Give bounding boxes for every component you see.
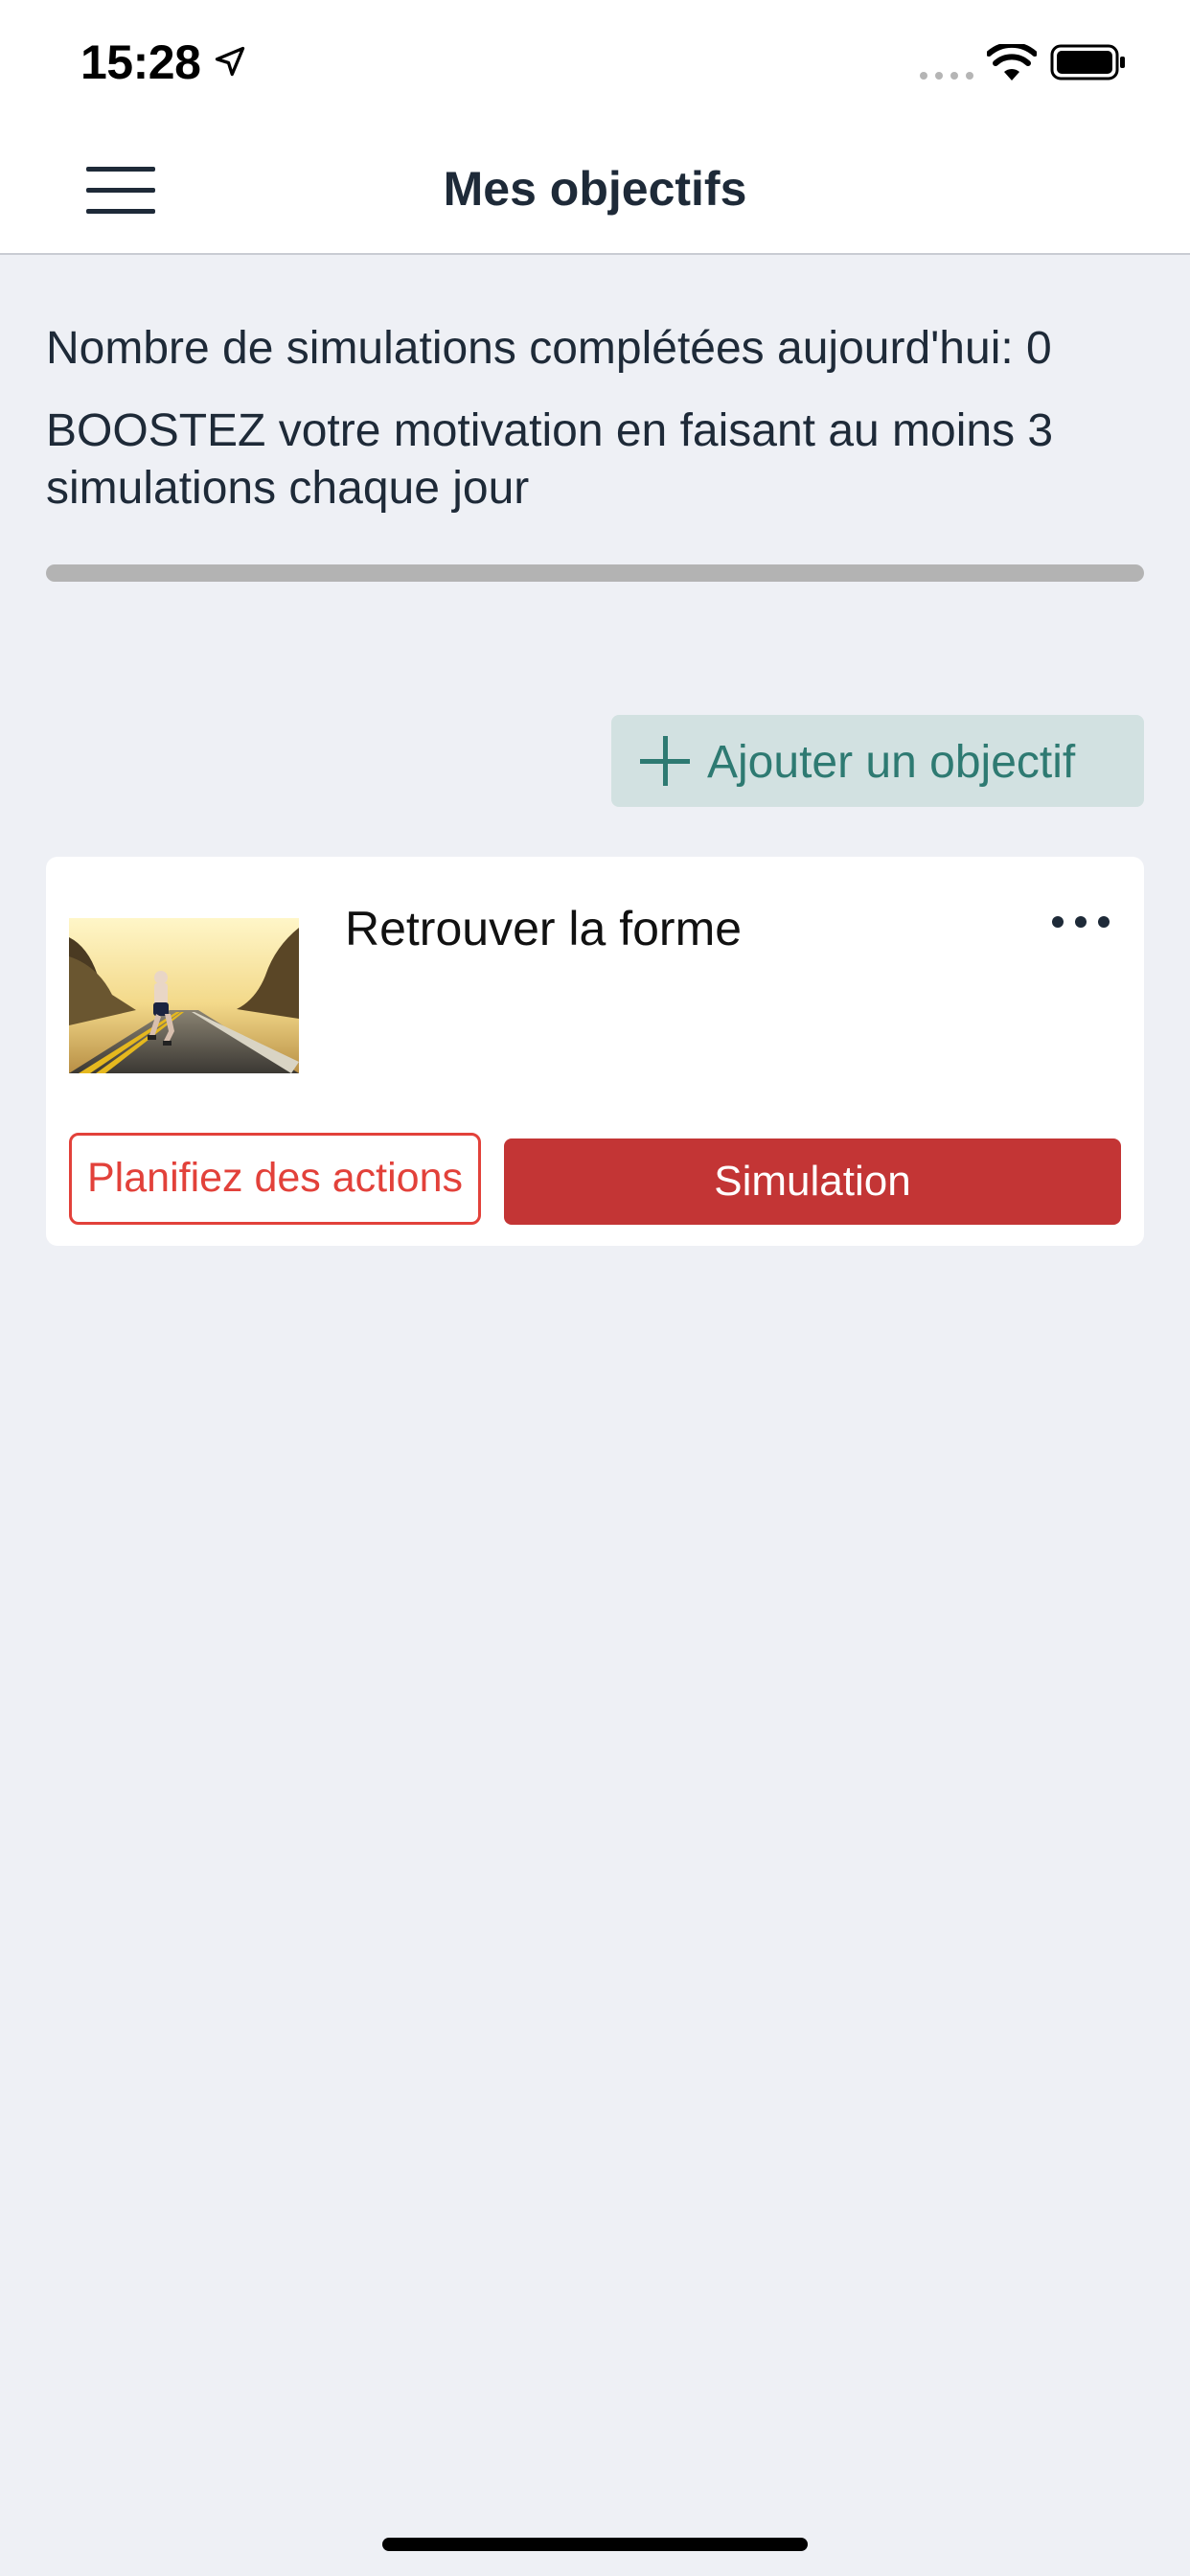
simulation-progress-bar bbox=[46, 564, 1144, 582]
status-time: 15:28 bbox=[80, 35, 201, 89]
location-arrow-icon bbox=[215, 46, 245, 77]
goal-title: Retrouver la forme bbox=[345, 902, 743, 955]
simulation-count-text: Nombre de simulations complétées aujourd… bbox=[46, 323, 1052, 374]
status-bar: 15:28 bbox=[0, 0, 1190, 126]
simulation-button[interactable]: Simulation bbox=[504, 1138, 1121, 1225]
boost-motivation-text: BOOSTEZ votre motivation en faisant au m… bbox=[46, 405, 1054, 514]
home-indicator[interactable] bbox=[382, 2538, 808, 2551]
plan-actions-button[interactable]: Planifiez des actions bbox=[69, 1133, 481, 1225]
battery-icon bbox=[1050, 44, 1125, 80]
add-goal-label: Ajouter un objectif bbox=[707, 737, 1076, 788]
goal-card: Retrouver la forme Planifiez des actions… bbox=[46, 857, 1144, 1246]
page-title: Mes objectifs bbox=[443, 162, 747, 216]
nav-bar: Mes objectifs bbox=[0, 126, 1190, 255]
cellular-signal-icon bbox=[920, 72, 973, 80]
wifi-icon bbox=[987, 44, 1037, 80]
plus-icon bbox=[640, 736, 690, 786]
goal-image[interactable] bbox=[69, 918, 299, 1073]
more-horizontal-icon[interactable] bbox=[1050, 914, 1111, 930]
add-goal-button[interactable]: Ajouter un objectif bbox=[611, 715, 1144, 807]
